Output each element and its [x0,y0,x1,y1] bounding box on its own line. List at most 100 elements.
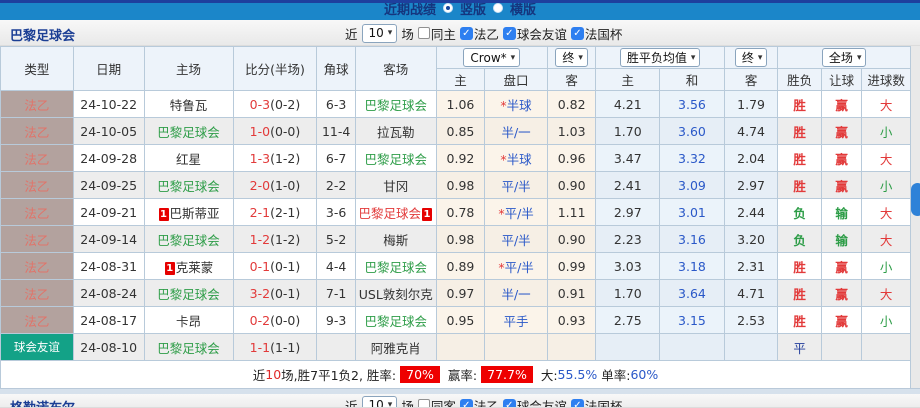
home-team-cell: 1 巴斯蒂亚 [143,198,234,226]
half-time-score: (1-0) [270,177,301,193]
home-team-cell: 巴黎足球会 [143,333,234,361]
handicap-cell: 平手 [484,306,548,334]
match-row: 法乙 24-10-22 特鲁瓦 0-3(0-2) 6-3 巴黎足球会 1.06 *半球 0.82… [0,90,911,118]
checkbox-label: 法乙 [473,398,499,408]
avg-home-odds-cell [595,333,661,361]
match-date-cell: 24-08-24 [72,279,145,307]
summary-segment: 单率: [597,368,631,383]
matches-count-select[interactable]: 10 ▾ [361,395,398,407]
half-time-score: (2-1) [270,204,301,220]
home-team-name: 巴黎足球会 [157,286,220,302]
checkbox-checked-icon: ✓ [502,398,516,407]
handicap-cell: 平/半 [484,171,548,199]
half-time-score: (0-1) [270,258,301,274]
half-time-score: (0-0) [270,312,301,328]
avg-home-odds-cell: 2.75 [595,306,661,334]
home-team-cell: 巴黎足球会 [143,279,234,307]
handicap-value: 半/一 [501,286,531,302]
home-team-name: 巴黎足球会 [157,340,220,356]
avg-odds-select[interactable]: 胜平负均值 ▾ [619,48,701,67]
competition-filter-checkbox[interactable]: ✓ 法乙 [459,24,499,43]
checkbox-label: 球会友谊 [516,398,567,408]
corners-cell: 5-2 [316,225,356,253]
col-header-score: 比分(半场) [232,46,318,91]
chevron-down-icon: ▾ [510,52,516,63]
horizontal-layout-label[interactable]: 横版 [510,3,536,18]
away-team-cell: 梅斯 [354,225,437,253]
corners-cell: 2-2 [316,171,356,199]
chevron-down-icon: ▾ [578,52,583,63]
avg-away-odds-cell: 2.31 [723,252,779,280]
competition-filter-checkbox[interactable]: ✓ 法国杯 [570,24,623,43]
full-time-score: 1-0 [249,123,271,139]
match-type-cell: 球会友谊 [0,333,74,361]
handicap-result-cell: 赢 [820,252,863,280]
crown-away-odds-cell: 0.90 [546,171,597,199]
match-row: 法乙 24-08-24 巴黎足球会 3-2(0-1) 7-1 USL敦刻尔克 0.97 半/一… [0,279,911,307]
handicap-value: 半球 [506,97,532,113]
handicap-cell: 平/半 [484,225,548,253]
handicap-value: 平手 [503,313,529,329]
crown-away-odds-cell: 0.93 [546,306,597,334]
away-team-cell: 巴黎足球会 1 [354,198,437,226]
odds-company-select[interactable]: Crow* ▾ [463,48,521,67]
match-type-cell: 法乙 [0,279,74,307]
crown-home-odds-cell: 0.95 [435,306,486,334]
vertical-layout-label[interactable]: 竖版 [460,3,486,18]
col-header-date: 日期 [72,46,145,91]
checkbox-unchecked-icon [417,399,430,407]
top-nav-bar: 近期战绩 竖版 横版 [0,0,920,20]
match-row: 法乙 24-09-14 巴黎足球会 1-2(1-2) 5-2 梅斯 0.98 平/半 0.90 2… [0,225,911,253]
matches-count-select[interactable]: 10 ▾ [361,23,398,43]
subheader-avg-away: 客 [723,68,779,91]
home-team-name: 克莱蒙 [175,259,214,275]
away-team-name: 巴黎足球会 [364,151,428,167]
half-time-score: (1-2) [270,150,301,166]
handicap-result-cell: 赢 [820,144,863,172]
checkbox-checked-icon: ✓ [459,26,473,40]
scope-select[interactable]: 全场 ▾ [821,48,867,67]
result-cell: 胜 [777,171,822,199]
handicap-result-cell: 赢 [820,306,863,334]
competition-filter-checkbox[interactable]: ✓ 法国杯 [570,396,622,407]
competition-filter-checkbox[interactable]: ✓ 球会友谊 [502,396,567,408]
vertical-layout-radio[interactable] [442,3,453,13]
final-odds-select-1[interactable]: 终 ▾ [555,48,588,67]
match-type-cell: 法乙 [0,117,74,145]
result-cell: 胜 [777,90,822,118]
col-header-type: 类型 [0,46,74,91]
corners-cell [316,333,356,361]
floating-scroll-tab[interactable] [911,183,920,216]
final-odds-select-2[interactable]: 终 ▾ [734,48,768,67]
checkbox-label: 法国杯 [584,26,623,42]
home-team-cell: 巴黎足球会 [143,117,234,145]
crown-home-odds-cell: 1.06 [435,90,486,118]
avg-draw-odds-cell [659,333,725,361]
home-team-cell: 红星 [143,144,234,172]
score-cell: 1-0(0-0) [232,117,318,145]
handicap-value: 半球 [506,151,532,167]
subheader-result: 胜负 [777,68,822,91]
summary-row: 近 10 场,胜7平1负2, 胜率: 70% 赢率: 77.7% 大: 55.5% 单率:… [0,360,911,389]
same-venue-checkbox[interactable]: 同客 [417,396,456,407]
result-cell: 胜 [777,306,822,334]
subheader-handicap: 盘口 [484,68,548,91]
corners-cell: 9-3 [316,306,356,334]
competition-filter-checkbox[interactable]: ✓ 球会友谊 [502,24,567,43]
away-team-name: 梅斯 [383,232,409,248]
home-team-name: 巴黎足球会 [157,232,220,248]
summary-segment: 场,胜7平1负2, 胜率: [281,368,397,383]
goals-cell: 大 [861,198,911,226]
goals-cell: 大 [861,90,911,118]
handicap-cell: *平/半 [484,198,548,226]
competition-filter-checkbox[interactable]: ✓ 法乙 [459,396,499,408]
goals-cell [861,333,911,361]
away-team-name: USL敦刻尔克 [358,286,433,302]
crown-home-odds-cell [435,333,486,361]
horizontal-layout-radio[interactable] [493,3,503,13]
same-venue-checkbox[interactable]: 同主 [417,24,456,43]
handicap-result-cell: 赢 [820,171,863,199]
handicap-cell: *平/半 [484,252,548,280]
result-cell: 平 [777,333,822,361]
avg-away-odds-cell: 2.44 [723,198,779,226]
